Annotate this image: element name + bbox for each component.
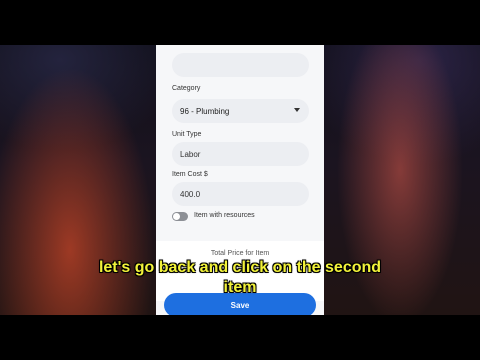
letterbox-top	[0, 0, 480, 45]
item-cost-value: 400.0	[180, 189, 201, 199]
toggle-knob	[173, 213, 180, 220]
item-with-resources-toggle[interactable]	[172, 212, 188, 221]
category-select[interactable]: 96 - Plumbing	[172, 99, 309, 123]
category-label: Category	[172, 85, 201, 92]
item-cost-label: Item Cost $	[172, 171, 208, 178]
item-with-resources-label: Item with resources	[194, 212, 255, 219]
unit-type-input[interactable]: Labor	[172, 142, 309, 166]
caption-line-1: let's go back and click on the second	[98, 259, 382, 276]
previous-field-input[interactable]	[172, 53, 309, 77]
unit-type-label: Unit Type	[172, 131, 202, 138]
unit-type-value: Labor	[180, 149, 201, 159]
item-cost-input[interactable]: 400.0	[172, 182, 309, 206]
caption-line-2: item	[223, 279, 257, 296]
category-value: 96 - Plumbing	[180, 106, 230, 116]
total-price-label: Total Price for Item	[210, 250, 270, 257]
letterbox-bottom	[0, 315, 480, 360]
video-caption: let's go back and click on the second it…	[40, 258, 440, 298]
chevron-down-icon	[294, 108, 300, 112]
